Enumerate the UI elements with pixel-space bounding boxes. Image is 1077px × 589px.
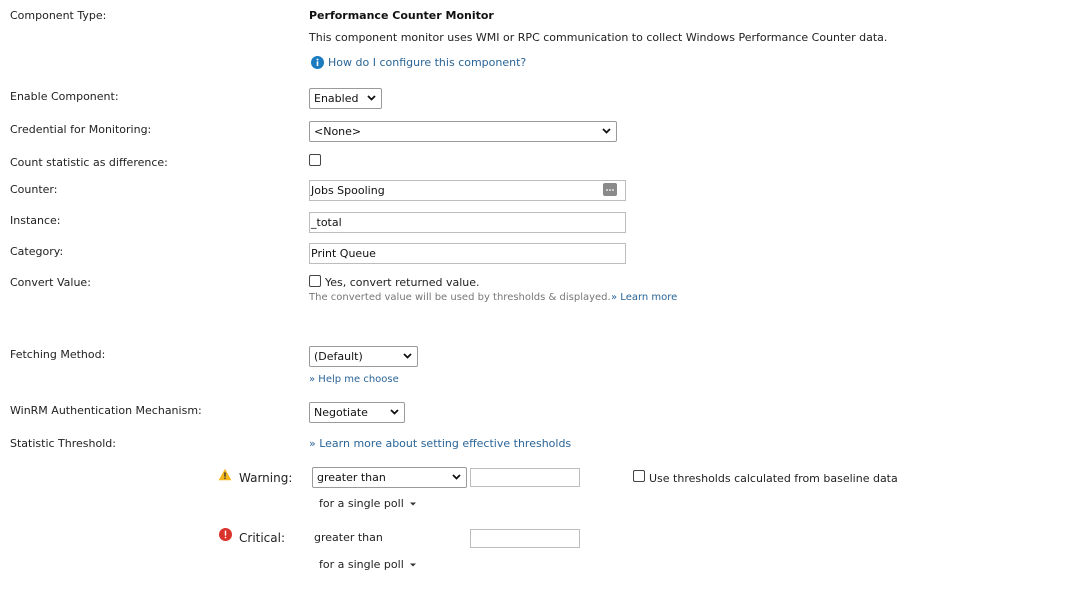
statistic-threshold-label: Statistic Threshold: bbox=[10, 437, 116, 450]
instance-label: Instance: bbox=[10, 214, 61, 227]
counter-value: Jobs Spooling bbox=[311, 184, 385, 197]
warning-icon bbox=[218, 468, 232, 481]
chevron-down-icon bbox=[390, 409, 399, 415]
thresholds-learn-more-link[interactable]: » Learn more about setting effective thr… bbox=[309, 437, 571, 450]
baseline-label: Use thresholds calculated from baseline … bbox=[649, 472, 898, 485]
warning-poll-label: for a single poll bbox=[319, 497, 404, 510]
chevron-down-icon bbox=[403, 353, 412, 359]
count-statistic-checkbox[interactable] bbox=[309, 154, 321, 166]
chevron-down-icon bbox=[452, 474, 461, 480]
convert-value-checkbox[interactable] bbox=[309, 275, 321, 287]
critical-icon bbox=[219, 528, 232, 541]
fetching-method-label: Fetching Method: bbox=[10, 348, 106, 361]
fetching-method-value: (Default) bbox=[314, 350, 363, 363]
convert-learn-more-link[interactable]: » Learn more bbox=[611, 292, 677, 303]
credential-value: <None> bbox=[314, 125, 362, 138]
info-icon bbox=[311, 56, 324, 69]
convert-note: The converted value will be used by thre… bbox=[309, 292, 611, 303]
component-type-label: Component Type: bbox=[10, 9, 107, 22]
instance-input[interactable]: _total bbox=[309, 212, 626, 233]
category-value: Print Queue bbox=[311, 247, 376, 260]
counter-input[interactable]: Jobs Spooling bbox=[309, 180, 626, 201]
counter-label: Counter: bbox=[10, 183, 58, 196]
component-description: This component monitor uses WMI or RPC c… bbox=[309, 31, 888, 44]
credential-select[interactable]: <None> bbox=[309, 121, 617, 142]
enable-component-label: Enable Component: bbox=[10, 90, 119, 103]
chevron-down-icon bbox=[367, 95, 376, 101]
critical-poll-label: for a single poll bbox=[319, 558, 404, 571]
baseline-checkbox[interactable] bbox=[633, 470, 645, 482]
warning-label: Warning: bbox=[239, 471, 293, 485]
convert-value-label: Convert Value: bbox=[10, 276, 91, 289]
enable-component-select[interactable]: Enabled bbox=[309, 88, 382, 109]
winrm-auth-select[interactable]: Negotiate bbox=[309, 402, 405, 423]
convert-value-checkbox-label: Yes, convert returned value. bbox=[325, 276, 480, 289]
critical-label: Critical: bbox=[239, 531, 286, 545]
fetching-method-select[interactable]: (Default) bbox=[309, 346, 418, 367]
browse-counter-icon[interactable] bbox=[603, 183, 617, 196]
enable-component-value: Enabled bbox=[314, 92, 359, 105]
warning-operator-value: greater than bbox=[317, 471, 386, 484]
caret-down-icon bbox=[409, 502, 416, 505]
credential-label: Credential for Monitoring: bbox=[10, 123, 152, 136]
caret-down-icon bbox=[409, 563, 416, 566]
critical-value-input[interactable] bbox=[470, 529, 580, 548]
warning-operator-select[interactable]: greater than bbox=[312, 467, 467, 488]
count-statistic-label: Count statistic as difference: bbox=[10, 156, 168, 169]
chevron-down-icon bbox=[602, 128, 611, 134]
warning-value-input[interactable] bbox=[470, 468, 580, 487]
category-label: Category: bbox=[10, 245, 64, 258]
configure-help-link[interactable]: How do I configure this component? bbox=[328, 56, 526, 69]
instance-value: _total bbox=[311, 216, 342, 229]
fetching-help-link[interactable]: » Help me choose bbox=[309, 374, 399, 385]
winrm-auth-label: WinRM Authentication Mechanism: bbox=[10, 404, 202, 417]
critical-operator: greater than bbox=[314, 531, 383, 544]
category-input[interactable]: Print Queue bbox=[309, 243, 626, 264]
component-title: Performance Counter Monitor bbox=[309, 9, 494, 22]
warning-poll-dropdown[interactable]: for a single poll bbox=[319, 497, 417, 510]
critical-poll-dropdown[interactable]: for a single poll bbox=[319, 558, 417, 571]
winrm-auth-value: Negotiate bbox=[314, 406, 368, 419]
